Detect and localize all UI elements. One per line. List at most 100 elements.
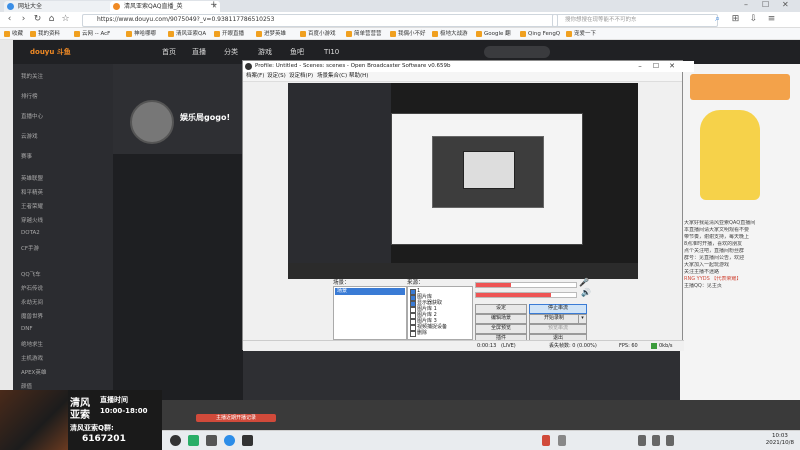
bookmark-item[interactable]: 我的资料 (30, 29, 60, 39)
nav-item[interactable]: 鱼吧 (290, 47, 304, 57)
sidebar-item[interactable]: 王者荣耀 (21, 202, 43, 210)
mic-icon[interactable]: 🎤 (579, 278, 589, 287)
star-icon[interactable]: ☆ (60, 14, 71, 25)
desktop-volume-meter[interactable] (475, 292, 577, 298)
search-input[interactable]: 搜你想搜在现等能不不可的东 (552, 14, 718, 27)
bookmark-item[interactable]: 收藏 (4, 29, 23, 39)
scenes-list[interactable]: 场景 (333, 286, 407, 340)
close-window-icon[interactable]: ✕ (782, 0, 789, 9)
tray-icon[interactable] (542, 435, 550, 446)
extensions-icon[interactable]: ⊞ (730, 14, 741, 25)
download-icon[interactable]: ⇩ (748, 14, 759, 25)
sidebar-item[interactable]: QQ飞车 (21, 270, 41, 278)
fullscreen-preview-button[interactable]: 全屏预览 (475, 324, 527, 334)
sidebar-item[interactable]: 魔兽世界 (21, 312, 43, 320)
sidebar-item[interactable]: 和平精英 (21, 188, 43, 196)
bookmark-item[interactable]: 云网 -- AcF (74, 29, 110, 39)
sidebar-item[interactable]: 主机游戏 (21, 354, 43, 362)
forward-icon[interactable]: › (18, 14, 29, 25)
sidebar-item[interactable]: 穿越火线 (21, 216, 43, 224)
tab-douyu[interactable]: 清风亚索QAQ直播_英 ✕ (110, 1, 220, 12)
bookmark-item[interactable]: 清风亚索QA (168, 29, 206, 39)
tab-home[interactable]: 网址大全 ✕ (4, 1, 122, 12)
sidebar-item[interactable]: DOTA2 (21, 230, 40, 236)
input-method-icon[interactable] (666, 435, 674, 446)
bookmark-item[interactable]: 神哈哪哪 (126, 29, 156, 39)
reload-icon[interactable]: ↻ (32, 14, 43, 25)
site-search-input[interactable] (484, 46, 550, 58)
menu-icon[interactable]: ≡ (766, 14, 777, 25)
sidebar-item[interactable]: 永劫无间 (21, 298, 43, 306)
bookmark-item[interactable]: 进梦英雄 (256, 29, 286, 39)
site-logo[interactable]: douyu 斗鱼 (30, 46, 122, 58)
settings-button[interactable]: 设定 (475, 304, 527, 314)
minimize-icon[interactable]: – (632, 61, 648, 72)
notice-line[interactable]: RNG YYDS 【代表荣耀】 (684, 276, 796, 283)
obs-preview[interactable] (288, 83, 638, 279)
bookmark-item[interactable]: Qing FengQ (520, 29, 560, 39)
search-icon[interactable]: ⌕ (712, 14, 723, 25)
menu-item[interactable]: 设定档(P) (289, 72, 313, 81)
edit-scene-button[interactable]: 编辑场景 (475, 314, 527, 324)
maximize-icon[interactable]: ☐ (648, 61, 664, 72)
streamer-avatar[interactable] (130, 100, 174, 144)
close-icon[interactable]: ✕ (664, 61, 680, 72)
source-item[interactable]: 删除 (410, 330, 427, 337)
obs-icon[interactable] (242, 435, 253, 446)
bookmark-item[interactable]: Google 翻 (476, 29, 511, 39)
search-icon[interactable] (170, 435, 181, 446)
sidebar-item[interactable]: 云游戏 (21, 132, 38, 140)
new-tab-icon[interactable]: + (210, 0, 218, 10)
url-input[interactable]: https://www.douyu.com/9075049?_v=0.93811… (82, 14, 558, 27)
volume-icon[interactable] (652, 435, 660, 446)
bookmark-item[interactable]: 开眼直播 (214, 29, 244, 39)
menu-item[interactable]: 帮助(H) (349, 72, 368, 81)
bookmark-item[interactable]: 宠爱一下 (566, 29, 596, 39)
back-icon[interactable]: ‹ (4, 14, 15, 25)
menu-item[interactable]: 设定(S) (267, 72, 286, 81)
nav-item[interactable]: 直播 (192, 47, 206, 57)
sidebar-item[interactable]: 我的关注 (21, 72, 43, 80)
menu-item[interactable]: 场景集合(C) (317, 72, 347, 81)
minimize-icon[interactable]: – (744, 0, 748, 9)
network-icon[interactable] (638, 435, 646, 446)
sidebar-item[interactable]: 排行榜 (21, 92, 38, 100)
bookmark-item[interactable]: 极地大战游 (432, 29, 468, 39)
sidebar-item[interactable]: APEX英雄 (21, 368, 46, 376)
sidebar-item[interactable]: CF手游 (21, 244, 39, 252)
sidebar-item[interactable]: 绝地求生 (21, 340, 43, 348)
scene-item[interactable]: 场景 (335, 288, 405, 295)
folder-icon[interactable] (206, 435, 217, 446)
sidebar-item[interactable]: 赛事 (21, 152, 32, 160)
scenes-label: 场景： (333, 280, 350, 286)
mic-volume-meter[interactable] (475, 282, 577, 288)
sidebar-item[interactable]: 颜值 (21, 382, 32, 390)
nav-item[interactable]: TI10 (324, 47, 339, 57)
bookmark-item[interactable]: 我偶小不好 (390, 29, 426, 39)
browser-icon[interactable] (224, 435, 235, 446)
start-record-button[interactable]: 开始录制 (529, 314, 579, 324)
stop-stream-button[interactable]: 停止串流 (529, 304, 587, 314)
video-player[interactable] (113, 154, 243, 400)
bookmark-item[interactable]: 百度小游戏 (300, 29, 336, 39)
home-icon[interactable]: ⌂ (46, 14, 57, 25)
sources-list[interactable]: 1 图片库 显示器获取 图片库 1 图片库 2 图片库 3 视频捕捉设备 删除 (407, 286, 473, 340)
system-clock[interactable]: 10:03 2021/10/8 (766, 433, 794, 447)
gift-button[interactable]: 主播近期开播记录 (196, 414, 276, 422)
maximize-icon[interactable]: ☐ (762, 0, 769, 9)
bookmark-item[interactable]: 简单营营营 (346, 29, 382, 39)
nav-item[interactable]: 分类 (224, 47, 238, 57)
chevron-down-icon[interactable]: ▾ (578, 314, 587, 324)
sidebar-item[interactable]: 直播中心 (21, 112, 43, 120)
speaker-icon[interactable]: 🔊 (581, 288, 591, 297)
wechat-icon[interactable] (188, 435, 199, 446)
nav-item[interactable]: 首页 (162, 47, 176, 57)
sidebar-item[interactable]: DNF (21, 326, 33, 332)
sidebar-item[interactable]: 英雄联盟 (21, 174, 43, 182)
sidebar-item[interactable]: 炉石传说 (21, 284, 43, 292)
menu-item[interactable]: 档案(F) (246, 72, 264, 81)
tray-icon[interactable] (558, 435, 566, 446)
promo-banner[interactable] (690, 74, 790, 100)
preview-stream-button[interactable]: 预览串流 (529, 324, 587, 334)
nav-item[interactable]: 游戏 (258, 47, 272, 57)
